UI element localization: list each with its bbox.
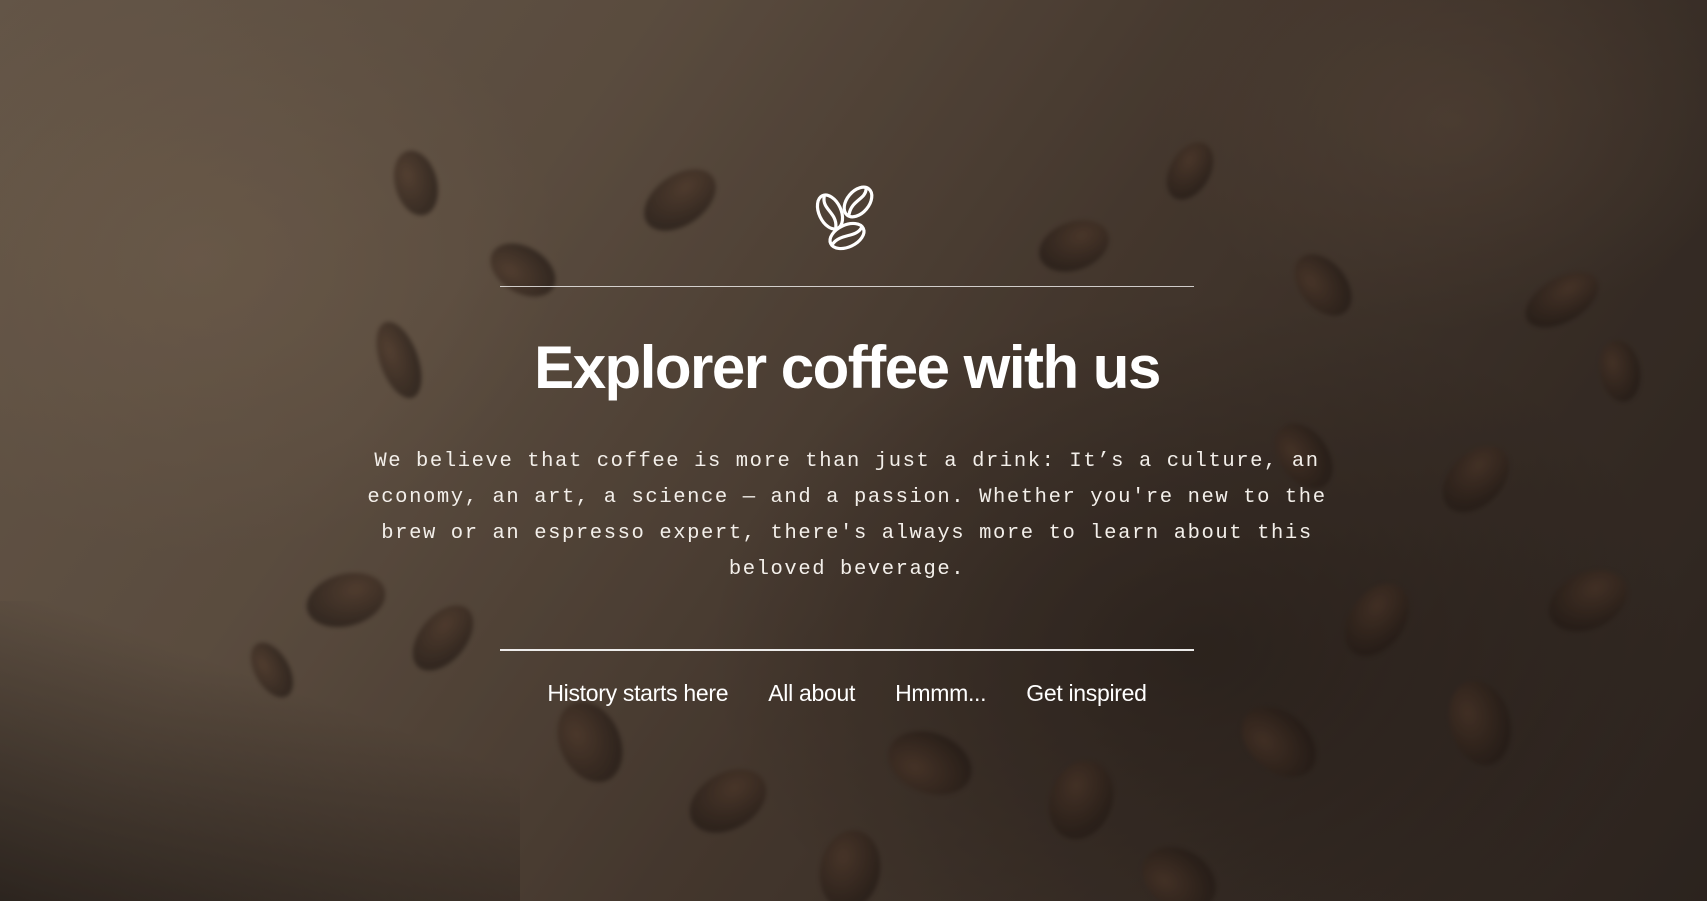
nav-link-hmmm[interactable]: Hmmm...	[895, 680, 986, 707]
intro-paragraph: We believe that coffee is more than just…	[367, 450, 1327, 581]
nav-link-get-inspired[interactable]: Get inspired	[1026, 680, 1147, 707]
coffee-beans-icon	[812, 182, 882, 256]
section-nav: History starts here All about Hmmm... Ge…	[500, 680, 1194, 707]
top-divider	[500, 286, 1194, 287]
hero-section: Explorer coffee with us We believe that …	[0, 0, 1707, 901]
bottom-divider	[500, 649, 1194, 651]
page-title: Explorer coffee with us	[534, 334, 1161, 401]
nav-link-history[interactable]: History starts here	[547, 680, 728, 707]
nav-link-all-about[interactable]: All about	[768, 680, 855, 707]
